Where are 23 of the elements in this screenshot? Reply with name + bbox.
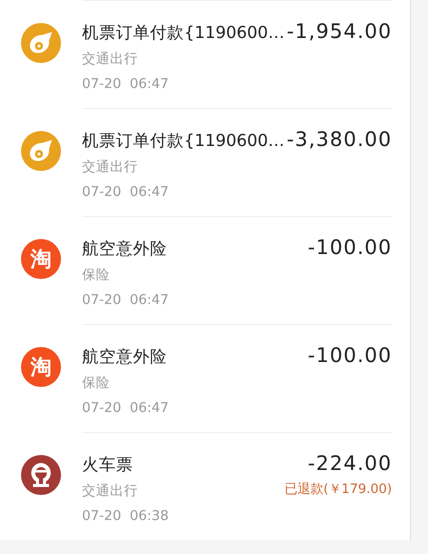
transaction-time: 07-20 06:38 (82, 507, 169, 526)
transaction-title: 航空意外险 (82, 346, 167, 368)
transaction-time: 07-20 06:47 (82, 399, 169, 418)
transaction-title: 航空意外险 (82, 238, 167, 260)
category-label: 交通出行 (82, 158, 138, 177)
shop-logo-icon: 淘 (21, 347, 61, 387)
category-label: 交通出行 (82, 482, 138, 501)
category-label: 保险 (82, 374, 110, 393)
transaction-title: 火车票 (82, 454, 133, 476)
refund-note: 已退款(￥179.00) (284, 481, 392, 499)
amount: -3,380.00 (286, 126, 392, 152)
amount: -224.00 (308, 450, 392, 476)
transaction-time: 07-20 06:47 (82, 291, 169, 310)
transaction-time: 07-20 06:47 (82, 75, 169, 94)
transaction-title: 机票订单付款{1190600… (82, 22, 284, 44)
category-label: 保险 (82, 266, 110, 285)
amount: -1,954.00 (286, 18, 392, 44)
shop-logo-icon: 淘 (21, 239, 61, 279)
transaction-title: 机票订单付款{1190600… (82, 130, 284, 152)
amount: -100.00 (308, 234, 392, 260)
category-label: 交通出行 (82, 50, 138, 69)
amount: -100.00 (308, 342, 392, 368)
transaction-time: 07-20 06:47 (82, 183, 169, 202)
